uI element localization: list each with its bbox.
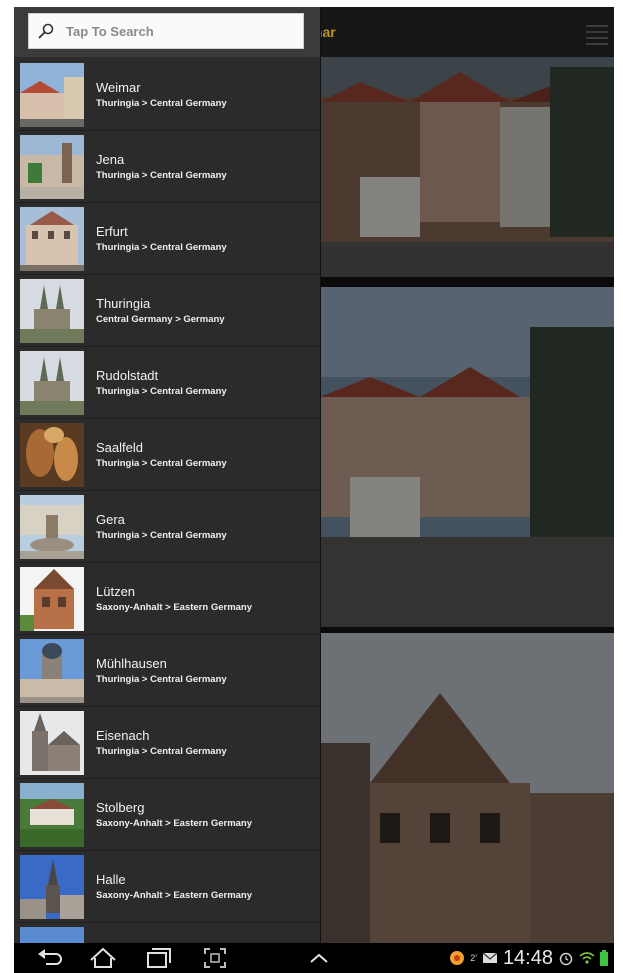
place-region: Thuringia > Central Germany [96,170,227,181]
notification-app-icon [450,951,465,965]
place-name: Rudolstadt [96,368,159,383]
search-bar [14,7,320,57]
search-input[interactable] [66,14,296,48]
clock-time: 14:48 [502,946,553,969]
list-menu-icon[interactable] [586,21,608,45]
home-button[interactable] [88,946,118,970]
navigation-drawer: Weimar Thuringia > Central Germany Jena … [14,7,321,943]
background-photo-1[interactable] [320,57,614,277]
place-list: Weimar Thuringia > Central Germany Jena … [14,59,320,943]
recent-apps-button[interactable] [144,946,174,970]
place-name: Halle [96,872,126,887]
place-region: Thuringia > Central Germany [96,674,227,685]
place-name: Stolberg [96,800,145,815]
list-item-muhlhausen[interactable]: Mühlhausen Thuringia > Central Germany [14,635,320,707]
chevron-up-icon[interactable] [308,946,330,970]
wifi-icon [579,952,595,964]
place-region: Thuringia > Central Germany [96,458,227,469]
search-icon [38,23,54,39]
alarm-icon [559,952,573,966]
list-item-stolberg[interactable]: Stolberg Saxony-Anhalt > Eastern Germany [14,779,320,851]
background-photo-2[interactable] [320,287,614,627]
place-name: Weimar [96,80,141,95]
place-name: Thuringia [96,296,151,311]
list-item-halle[interactable]: Halle Saxony-Anhalt > Eastern Germany [14,851,320,923]
back-button[interactable] [36,946,64,970]
place-thumbnail [20,855,84,919]
notification-count: 2' [470,953,477,963]
place-thumbnail [20,351,84,415]
system-navigation-bar: 2' 14:48 [14,943,614,973]
list-item-lutzen[interactable]: Lützen Saxony-Anhalt > Eastern Germany [14,563,320,635]
place-thumbnail [20,495,84,559]
place-name: Eisenach [96,728,150,743]
place-thumbnail [20,63,84,127]
list-item-thuringia[interactable]: Thuringia Central Germany > Germany [14,275,320,347]
place-thumbnail [20,927,84,943]
place-name: Jena [96,152,125,167]
screenshot-icon[interactable] [202,946,228,970]
place-region: Saxony-Anhalt > Eastern Germany [96,602,253,613]
place-thumbnail [20,135,84,199]
place-region: Saxony-Anhalt > Eastern Germany [96,890,253,901]
list-item-jena[interactable]: Jena Thuringia > Central Germany [14,131,320,203]
place-region: Thuringia > Central Germany [96,530,227,541]
place-name: Lützen [96,584,136,599]
list-item-weimar[interactable]: Weimar Thuringia > Central Germany [14,59,320,131]
place-region: Central Germany > Germany [96,314,225,325]
place-thumbnail [20,207,84,271]
place-region: Thuringia > Central Germany [96,242,227,253]
list-item-erfurt[interactable]: Erfurt Thuringia > Central Germany [14,203,320,275]
list-item-eisenach[interactable]: Eisenach Thuringia > Central Germany [14,707,320,779]
search-box[interactable] [28,13,304,49]
place-thumbnail [20,783,84,847]
place-thumbnail [20,423,84,487]
app-screen: mar Tap To Search Weimar Thuringia > Cen… [14,7,614,943]
place-name: Saalfeld [96,440,143,455]
background-photo-3[interactable] [320,633,614,943]
battery-icon [600,950,608,966]
list-item-partial[interactable] [14,923,320,943]
place-thumbnail [20,711,84,775]
place-region: Thuringia > Central Germany [96,746,227,757]
status-area[interactable]: 2' 14:48 [449,946,608,970]
place-name: Gera [96,512,125,527]
place-thumbnail [20,279,84,343]
list-item-saalfeld[interactable]: Saalfeld Thuringia > Central Germany [14,419,320,491]
list-item-gera[interactable]: Gera Thuringia > Central Germany [14,491,320,563]
place-name: Mühlhausen [96,656,167,671]
place-region: Saxony-Anhalt > Eastern Germany [96,818,253,829]
email-icon [482,952,498,963]
place-name: Erfurt [96,224,128,239]
place-region: Thuringia > Central Germany [96,386,227,397]
place-thumbnail [20,639,84,703]
list-item-rudolstadt[interactable]: Rudolstadt Thuringia > Central Germany [14,347,320,419]
place-thumbnail [20,567,84,631]
place-region: Thuringia > Central Germany [96,98,227,109]
